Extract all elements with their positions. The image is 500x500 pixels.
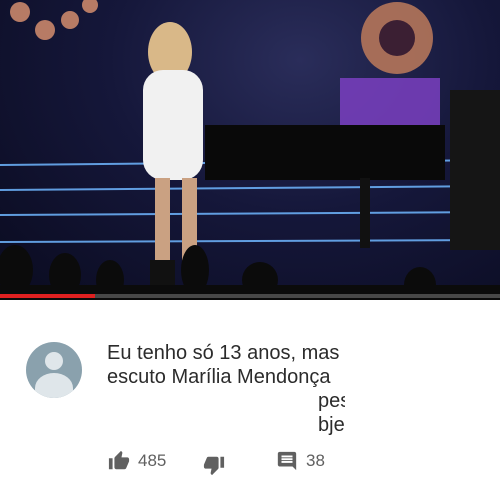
comment-actions: 485 38	[0, 448, 500, 482]
reply-button[interactable]: 38	[276, 450, 325, 472]
video-progress-bar[interactable]	[0, 294, 500, 298]
dislike-button[interactable]	[203, 454, 225, 476]
comment-card: Eu tenho só 13 anos, mas escuto Marília …	[0, 300, 500, 500]
video-player[interactable]	[0, 0, 500, 300]
like-button[interactable]: 485	[108, 450, 166, 472]
avatar-head	[45, 352, 63, 370]
like-count: 485	[138, 451, 167, 470]
thumbs-down-icon	[203, 454, 225, 476]
thumbs-up-icon	[108, 450, 130, 472]
comment-text-line: pes	[318, 390, 345, 412]
comment-text-line: escuto Marília Mendonça	[107, 366, 331, 388]
avatar-body	[35, 373, 73, 398]
reply-count: 38	[306, 451, 325, 470]
comment-icon	[276, 450, 298, 472]
comment-text-line: bjei	[318, 414, 345, 436]
comment-text-line: Eu tenho só 13 anos, mas	[107, 342, 340, 364]
default-avatar-icon[interactable]	[26, 342, 82, 398]
concert-stage-image	[0, 0, 500, 300]
video-progress-fill	[0, 294, 95, 298]
